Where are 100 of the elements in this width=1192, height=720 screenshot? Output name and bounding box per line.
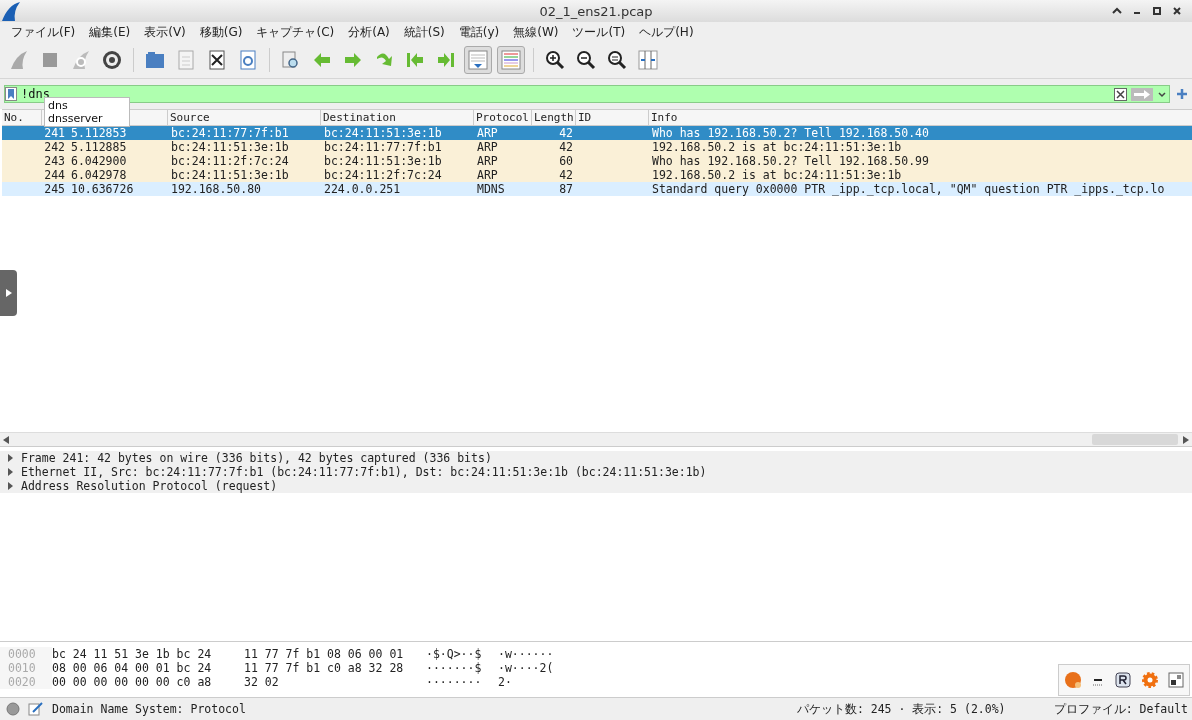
hex-bytes: 00 00 00 00 00 00 c0 a8 [52, 675, 213, 689]
autocomplete-item[interactable]: dnsserver [48, 112, 126, 125]
table-cell-text: ARP [476, 126, 499, 140]
zoom-reset-icon [606, 49, 628, 71]
table-cell-text: 192.168.50.80 [170, 182, 262, 196]
resize-columns-button[interactable] [635, 47, 661, 73]
column-header[interactable]: Destination [321, 110, 474, 125]
r-key-icon[interactable] [1115, 672, 1131, 688]
table-cell-text: 42 [558, 126, 574, 140]
menu-item[interactable]: 移動(G) [192, 23, 250, 41]
menu-item[interactable]: ヘルプ(H) [632, 23, 701, 41]
hex-bytes: bc 24 11 51 3e 1b bc 24 [52, 647, 213, 661]
sidebar-handle[interactable] [0, 270, 17, 316]
window-icon[interactable] [1168, 672, 1185, 688]
settings-icon [101, 49, 123, 71]
hex-bytes: 11 77 7f b1 c0 a8 32 28 [244, 661, 405, 675]
table-cell-text: 244 [43, 168, 66, 182]
zoom-in-icon [544, 49, 566, 71]
table-cell-text: bc:24:11:2f:7c:24 [170, 154, 290, 168]
zoom-out-icon [575, 49, 597, 71]
clear-icon[interactable] [1114, 87, 1127, 101]
table-cell-text: 5.112885 [70, 140, 128, 154]
ascii-bytes: ·w······ [498, 647, 555, 661]
status-circle-icon[interactable] [6, 702, 20, 716]
menu-item[interactable]: 統計(S) [396, 23, 452, 41]
table-cell-text: 241 [43, 126, 66, 140]
menu-item[interactable]: 編集(E) [82, 23, 138, 41]
table-cell-text: 10.636726 [70, 182, 135, 196]
offset-text: 0000 [0, 647, 52, 661]
close-icon[interactable] [1172, 6, 1182, 16]
column-header[interactable]: Source [168, 110, 321, 125]
column-header[interactable]: Length [532, 110, 576, 125]
colorize-icon [500, 49, 522, 71]
table-cell-text: 192.168.50.2 is at bc:24:11:51:3e:1b [651, 168, 903, 182]
gear-icon[interactable] [1140, 671, 1159, 689]
table-cell-text: bc:24:11:51:3e:1b [170, 168, 290, 182]
bookmark-icon[interactable] [5, 87, 17, 101]
table-cell-text: MDNS [476, 182, 506, 196]
table-cell-text: 192.168.50.2 is at bc:24:11:51:3e:1b [651, 140, 903, 154]
table-cell-text: bc:24:11:51:3e:1b [170, 140, 290, 154]
table-cell-text: 42 [558, 168, 574, 182]
collapse-icon[interactable] [1112, 6, 1122, 16]
table-cell-text: Who has 192.168.50.2? Tell 192.168.50.99 [651, 154, 930, 168]
status-field-text: Domain Name System: Protocol [52, 702, 246, 716]
table-cell-text: 245 [43, 182, 66, 196]
edit-note-icon[interactable] [28, 702, 44, 716]
menu-item[interactable]: ツール(T) [565, 23, 633, 41]
detail-row[interactable]: Ethernet II, Src: bc:24:11:77:7f:b1 (bc:24:11:77:7f:b1), Dst: bc:24:11:51:3e:1b (bc:24:11:51:3e:1b) [0, 465, 1192, 479]
detail-row[interactable]: Address Resolution Protocol (request) [0, 479, 1192, 493]
detail-row[interactable]: Frame 241: 42 bytes on wire (336 bits), 42 bytes captured (336 bits) [0, 451, 1192, 465]
colorize-button[interactable] [497, 46, 525, 74]
ascii-bytes: ········ [426, 675, 483, 689]
expand-arrow-icon[interactable] [8, 482, 14, 490]
packet-row[interactable]: 245 10.636726 192.168.50.80 224.0.0.251 MDNS 87 Standard query 0x0000 PTR _ipp._tcp.local, "QM" question PTR _ipps._tcp.lo [2, 182, 1192, 196]
table-cell-text: bc:24:11:77:7f:b1 [170, 126, 290, 140]
horizontal-scrollbar[interactable] [0, 432, 1192, 447]
offset-text: 0020 [0, 675, 52, 689]
table-cell-text: 6.042978 [70, 168, 128, 182]
menu-item[interactable]: ファイル(F) [4, 23, 83, 41]
expand-arrow-icon [5, 289, 12, 297]
detail-text: Frame 241: 42 bytes on wire (336 bits), 42 bytes captured (336 bits) [21, 451, 492, 465]
profile-text: プロファイル: Default [1053, 701, 1189, 717]
input-method-icon[interactable] [1063, 671, 1082, 689]
menu-item[interactable]: 電話(y) [451, 23, 507, 41]
column-header[interactable]: No. [2, 110, 42, 125]
packet-row[interactable]: 242 5.112885 bc:24:11:51:3e:1b bc:24:11:77:7f:b1 ARP 42 192.168.50.2 is at bc:24:11:51:3e:1b [2, 140, 1192, 154]
menu-item[interactable]: 表示(V) [137, 23, 193, 41]
column-header[interactable]: Protocol [474, 110, 532, 125]
ascii-bytes: ·······$ [426, 661, 483, 675]
table-cell-text: bc:24:11:77:7f:b1 [323, 140, 443, 154]
table-cell-text: ARP [476, 154, 499, 168]
hex-bytes: 08 00 06 04 00 01 bc 24 [52, 661, 213, 675]
table-cell-text: bc:24:11:51:3e:1b [323, 126, 443, 140]
ascii-bytes: ·$·Q>··$ [426, 647, 483, 661]
packet-row[interactable]: 243 6.042900 bc:24:11:2f:7c:24 bc:24:11:51:3e:1b ARP 60 Who has 192.168.50.2? Tell 192.168.50.99 [2, 154, 1192, 168]
autoscroll-icon [467, 49, 489, 71]
packet-count-text: パケット数: 245 · 表示: 5 (2.0%) [796, 701, 1006, 717]
menu-item[interactable]: 無線(W) [506, 23, 566, 41]
packet-row[interactable]: 241 5.112853 bc:24:11:77:7f:b1 bc:24:11:51:3e:1b ARP 42 Who has 192.168.50.2? Tell 192.168.50.40 [2, 126, 1192, 140]
detail-text: Ethernet II, Src: bc:24:11:77:7f:b1 (bc:24:11:77:7f:b1), Dst: bc:24:11:51:3e:1b (bc:24:11:51:3e:1b) [21, 465, 707, 479]
resize-columns-icon [637, 49, 659, 71]
column-header[interactable]: Info [649, 110, 1192, 125]
table-cell-text: 224.0.0.251 [323, 182, 402, 196]
scroll-left-icon[interactable] [3, 435, 9, 444]
maximize-icon[interactable] [1152, 6, 1162, 16]
hex-bytes: 32 02 [244, 675, 280, 689]
table-cell-text: 5.112853 [70, 126, 128, 140]
add-icon[interactable] [1176, 88, 1188, 100]
detail-text: Address Resolution Protocol (request) [21, 479, 278, 493]
expand-arrow-icon[interactable] [8, 468, 14, 476]
expand-arrow-icon[interactable] [8, 454, 14, 462]
ascii-bytes: 2· [498, 675, 513, 689]
menu-item[interactable]: キャプチャ(C) [249, 23, 342, 41]
column-header[interactable]: ID [576, 110, 649, 125]
close-file-icon [206, 49, 228, 71]
reload-icon [237, 49, 259, 71]
window-title: 02_1_ens21.pcap [539, 3, 653, 19]
scroll-right-icon[interactable] [1183, 435, 1189, 444]
packet-row[interactable]: 244 6.042978 bc:24:11:51:3e:1b bc:24:11:2f:7c:24 ARP 42 192.168.50.2 is at bc:24:11:51:3e:1b [2, 168, 1192, 182]
menu-item[interactable]: 分析(A) [341, 23, 397, 41]
